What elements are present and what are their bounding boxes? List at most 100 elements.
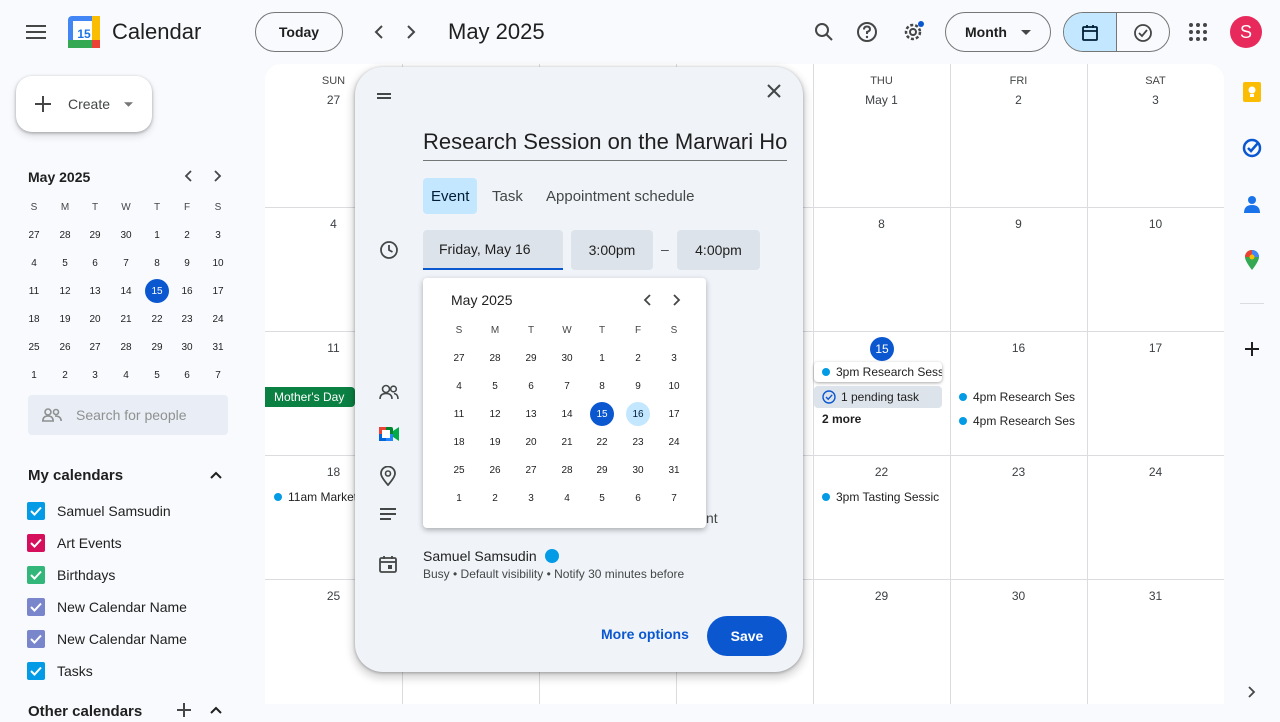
picker-day[interactable]: 7 [662, 486, 686, 510]
picker-day[interactable]: 2 [626, 346, 650, 370]
calendar-list-item[interactable]: Samuel Samsudin [26, 499, 171, 523]
picker-day[interactable]: 6 [626, 486, 650, 510]
day-number[interactable]: 3 [1087, 93, 1224, 107]
mini-calendar-day[interactable]: 16 [175, 279, 199, 303]
checkbox-checked-icon[interactable] [27, 534, 45, 552]
create-button[interactable]: Create [16, 76, 152, 132]
mini-calendar-day[interactable]: 22 [145, 307, 169, 331]
picker-day[interactable]: 30 [555, 346, 579, 370]
owner-details[interactable]: Busy • Default visibility • Notify 30 mi… [423, 567, 684, 581]
holiday-chip[interactable]: Mother's Day [265, 387, 355, 407]
calendar-view-icon[interactable] [1064, 13, 1117, 51]
mini-next-month-icon[interactable] [206, 164, 230, 188]
picker-day[interactable]: 15 [590, 402, 614, 426]
checkbox-checked-icon[interactable] [27, 502, 45, 520]
day-number[interactable]: 17 [1087, 341, 1224, 355]
event-chip[interactable]: 3pm Research Sess [814, 362, 942, 382]
picker-day[interactable]: 5 [590, 486, 614, 510]
checkbox-checked-icon[interactable] [27, 662, 45, 680]
day-number[interactable]: 23 [950, 465, 1087, 479]
mini-calendar-day[interactable]: 4 [114, 363, 138, 387]
mini-calendar-day[interactable]: 13 [83, 279, 107, 303]
mini-calendar-day[interactable]: 28 [53, 223, 77, 247]
expand-side-panel-icon[interactable] [1240, 680, 1264, 704]
mini-calendar-day[interactable]: 20 [83, 307, 107, 331]
mini-calendar-day[interactable]: 23 [175, 307, 199, 331]
next-period-icon[interactable] [391, 12, 431, 52]
main-menu-icon[interactable] [16, 12, 56, 52]
mini-calendar-day[interactable]: 25 [22, 335, 46, 359]
picker-day[interactable]: 7 [555, 374, 579, 398]
tab-task[interactable]: Task [484, 178, 531, 214]
checkbox-checked-icon[interactable] [27, 566, 45, 584]
mini-calendar-day[interactable]: 15 [145, 279, 169, 303]
contacts-icon[interactable] [1240, 192, 1264, 216]
collapse-chevron-up-icon[interactable] [204, 698, 228, 722]
mini-calendar-day[interactable]: 7 [206, 363, 230, 387]
picker-day[interactable]: 8 [590, 374, 614, 398]
mini-calendar-day[interactable]: 12 [53, 279, 77, 303]
help-icon[interactable] [847, 12, 887, 52]
search-people-input[interactable]: Search for people [28, 395, 228, 435]
picker-day[interactable]: 27 [519, 458, 543, 482]
picker-day[interactable]: 30 [626, 458, 650, 482]
pending-task-chip[interactable]: 1 pending task [814, 386, 942, 408]
mini-calendar-day[interactable]: 29 [83, 223, 107, 247]
mini-calendar-day[interactable]: 1 [22, 363, 46, 387]
picker-day[interactable]: 22 [590, 430, 614, 454]
mini-calendar-day[interactable]: 14 [114, 279, 138, 303]
day-number[interactable]: 10 [1087, 217, 1224, 231]
add-other-calendar-plus-icon[interactable] [172, 698, 196, 722]
mini-calendar-day[interactable]: 26 [53, 335, 77, 359]
picker-day[interactable]: 19 [483, 430, 507, 454]
mini-calendar-day[interactable]: 27 [83, 335, 107, 359]
mini-calendar-day[interactable]: 6 [175, 363, 199, 387]
picker-day[interactable]: 29 [590, 458, 614, 482]
mini-calendar-day[interactable]: 3 [206, 223, 230, 247]
picker-day[interactable]: 3 [662, 346, 686, 370]
apps-grid-icon[interactable] [1178, 12, 1218, 52]
picker-day[interactable]: 2 [483, 486, 507, 510]
today-button[interactable]: Today [255, 12, 343, 52]
day-number[interactable]: 24 [1087, 465, 1224, 479]
search-icon[interactable] [804, 12, 844, 52]
mini-calendar-day[interactable]: 3 [83, 363, 107, 387]
start-time-field[interactable]: 3:00pm [571, 230, 653, 270]
my-calendars-heading[interactable]: My calendars [28, 467, 123, 484]
checkbox-checked-icon[interactable] [27, 598, 45, 616]
picker-day[interactable]: 9 [626, 374, 650, 398]
picker-day[interactable]: 25 [447, 458, 471, 482]
mini-calendar-day[interactable]: 10 [206, 251, 230, 275]
picker-day[interactable]: 31 [662, 458, 686, 482]
mini-calendar-day[interactable]: 6 [83, 251, 107, 275]
event-chip[interactable]: 3pm Tasting Sessic [822, 488, 942, 506]
account-avatar[interactable]: S [1230, 16, 1262, 48]
picker-day[interactable]: 27 [447, 346, 471, 370]
picker-day[interactable]: 13 [519, 402, 543, 426]
calendar-owner-selector[interactable]: Samuel Samsudin [423, 548, 559, 564]
day-number[interactable]: 30 [950, 589, 1087, 603]
tab-appointment-schedule[interactable]: Appointment schedule [538, 178, 702, 214]
event-chip[interactable]: 4pm Research Ses [959, 388, 1079, 406]
mini-calendar-day[interactable]: 31 [206, 335, 230, 359]
picker-day[interactable]: 18 [447, 430, 471, 454]
mini-calendar-day[interactable]: 21 [114, 307, 138, 331]
calendar-list-item[interactable]: Art Events [26, 531, 122, 555]
drag-handle-icon[interactable] [376, 87, 392, 105]
picker-day[interactable]: 5 [483, 374, 507, 398]
mini-calendar-day[interactable]: 27 [22, 223, 46, 247]
mini-calendar-day[interactable]: 8 [145, 251, 169, 275]
day-number[interactable]: 31 [1087, 589, 1224, 603]
mini-calendar-day[interactable]: 30 [175, 335, 199, 359]
day-number[interactable]: 2 [950, 93, 1087, 107]
day-number[interactable]: May 1 [813, 93, 950, 107]
day-number[interactable]: 9 [950, 217, 1087, 231]
mini-calendar-day[interactable]: 28 [114, 335, 138, 359]
calendar-list-item[interactable]: New Calendar Name [26, 595, 187, 619]
picker-day[interactable]: 20 [519, 430, 543, 454]
end-time-field[interactable]: 4:00pm [677, 230, 760, 270]
collapse-chevron-up-icon[interactable] [204, 463, 228, 487]
checkbox-checked-icon[interactable] [27, 630, 45, 648]
event-title-input[interactable]: Research Session on the Marwari Hor [423, 129, 787, 161]
get-addons-plus-icon[interactable] [1240, 337, 1264, 361]
